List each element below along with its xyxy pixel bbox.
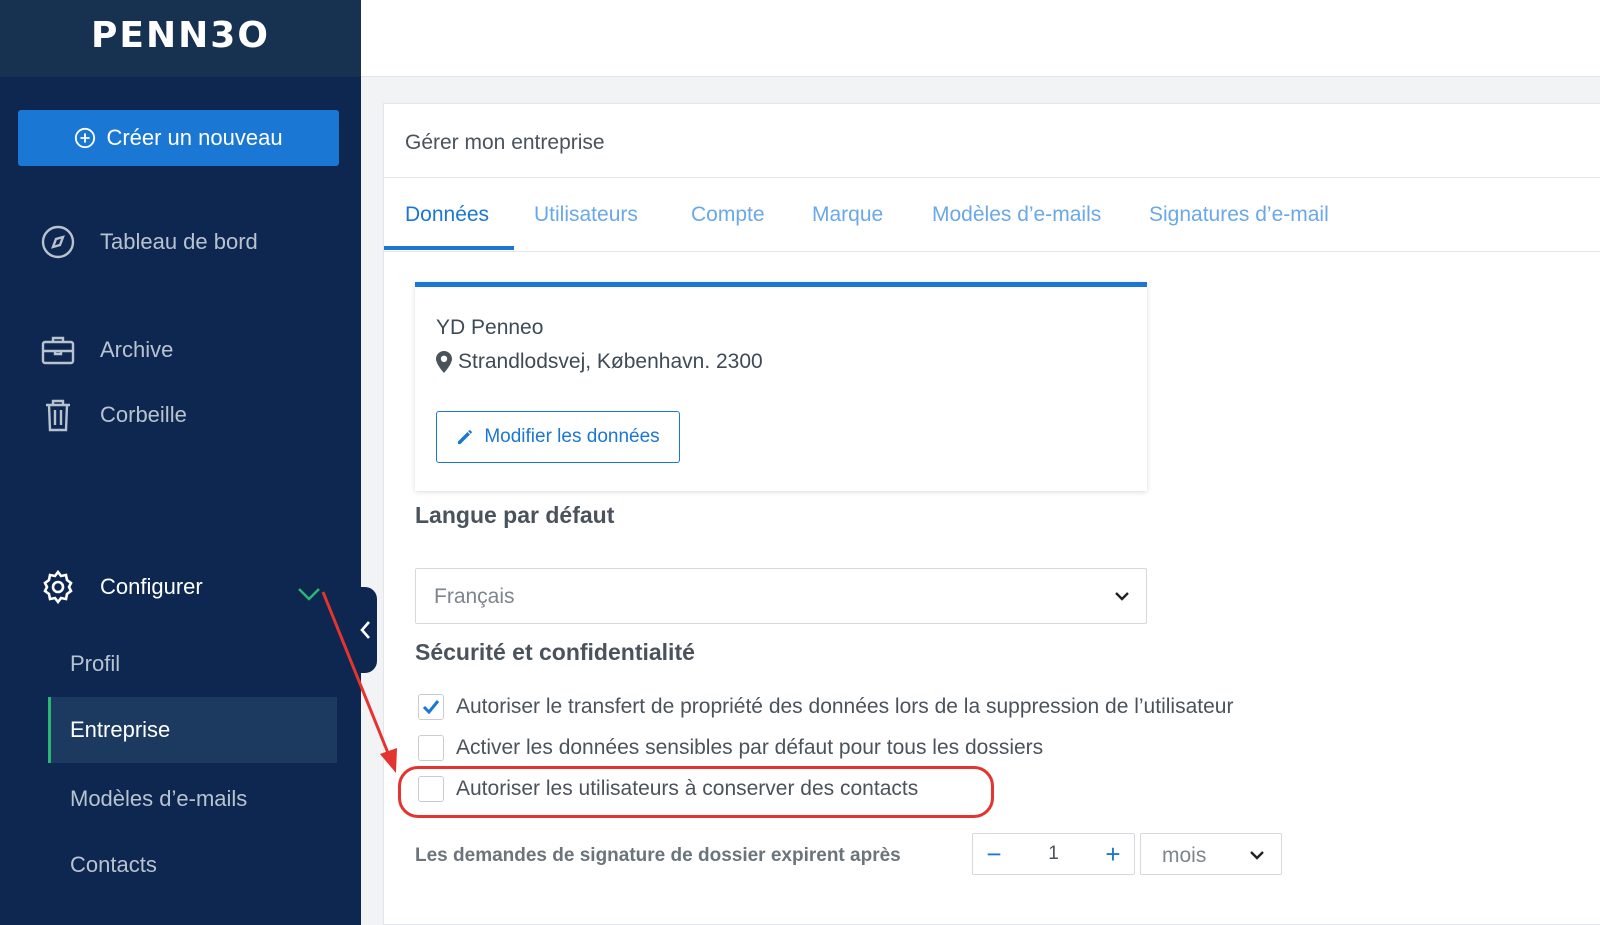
expiry-unit-select[interactable]: mois: [1140, 833, 1282, 875]
create-new-label: Créer un nouveau: [106, 125, 283, 150]
collapse-sidebar-button[interactable]: [353, 587, 377, 673]
nav-archive[interactable]: Archive: [40, 332, 173, 368]
option-keep-contacts[interactable]: Autoriser les utilisateurs à conserver d…: [418, 776, 918, 802]
sub-item-company[interactable]: Entreprise: [48, 697, 337, 763]
expiry-stepper: − 1 +: [972, 833, 1135, 875]
company-address: Strandlodsvej, København. 2300: [436, 350, 763, 374]
chevron-down-icon: [1250, 851, 1264, 860]
decrement-button[interactable]: −: [973, 834, 1015, 874]
nav-dashboard-label: Tableau de bord: [100, 229, 258, 254]
expiry-label: Les demandes de signature de dossier exp…: [415, 845, 901, 866]
sub-item-email-templates[interactable]: Modèles d’e-mails: [70, 786, 247, 812]
nav-configure-label: Configurer: [100, 574, 203, 599]
manage-company-panel: Gérer mon entreprise Données Utilisateur…: [383, 103, 1600, 925]
company-name: YD Penneo: [436, 316, 544, 339]
tab-bar: Données Utilisateurs Compte Marque Modèl…: [384, 178, 1600, 252]
tab-brand[interactable]: Marque: [812, 203, 883, 227]
tab-users[interactable]: Utilisateurs: [534, 203, 638, 227]
chevron-left-icon: [360, 621, 370, 639]
logo-bar: PENN3O: [0, 0, 361, 77]
company-address-text: Strandlodsvej, København. 2300: [458, 350, 763, 373]
nav-trash[interactable]: Corbeille: [40, 397, 187, 433]
company-card: YD Penneo Strandlodsvej, København. 2300…: [415, 282, 1147, 491]
tab-email-signatures[interactable]: Signatures d’e-mail: [1149, 203, 1329, 227]
penneo-logo[interactable]: PENN3O: [91, 15, 270, 56]
edit-data-button[interactable]: Modifier les données: [436, 411, 680, 463]
expiry-unit-value: mois: [1162, 844, 1207, 867]
tab-data[interactable]: Données: [405, 203, 489, 227]
nav-configure[interactable]: Configurer: [40, 569, 203, 605]
checkbox-transfer-ownership[interactable]: [418, 694, 444, 720]
top-bar: [361, 0, 1600, 77]
default-language-heading: Langue par défaut: [415, 502, 615, 528]
security-heading: Sécurité et confidentialité: [415, 639, 695, 665]
option-sensitive-data[interactable]: Activer les données sensibles par défaut…: [418, 735, 1043, 761]
sub-item-profile[interactable]: Profil: [70, 651, 120, 677]
increment-button[interactable]: +: [1092, 834, 1134, 874]
create-new-button[interactable]: Créer un nouveau: [18, 110, 339, 166]
active-tab-indicator: [384, 246, 514, 250]
checkbox-sensitive-data[interactable]: [418, 735, 444, 761]
option-keep-contacts-label: Autoriser les utilisateurs à conserver d…: [456, 777, 919, 800]
checkmark-icon: [422, 700, 440, 715]
pencil-icon: [458, 430, 473, 444]
tab-account[interactable]: Compte: [691, 203, 765, 227]
plus-circle-icon: [75, 127, 96, 149]
nav-dashboard[interactable]: Tableau de bord: [40, 224, 258, 260]
nav-trash-label: Corbeille: [100, 402, 187, 427]
map-pin-icon: [436, 351, 452, 373]
checkbox-keep-contacts[interactable]: [418, 776, 444, 802]
page-title: Gérer mon entreprise: [405, 131, 605, 154]
chevron-down-icon[interactable]: [296, 584, 322, 604]
edit-data-label: Modifier les données: [484, 426, 660, 447]
option-transfer-ownership[interactable]: Autoriser le transfert de propriété des …: [418, 694, 1233, 720]
sidebar: PENN3O Créer un nouveau Tableau de bord …: [0, 0, 361, 925]
briefcase-icon: [41, 336, 75, 365]
tab-email-templates[interactable]: Modèles d’e-mails: [932, 203, 1101, 227]
sub-item-contacts[interactable]: Contacts: [70, 852, 157, 878]
option-sensitive-data-label: Activer les données sensibles par défaut…: [456, 736, 1044, 759]
trash-icon: [46, 399, 70, 432]
compass-icon: [41, 225, 75, 259]
nav-archive-label: Archive: [100, 337, 174, 362]
language-select[interactable]: Français: [415, 568, 1147, 624]
language-selected-value: Français: [434, 585, 515, 608]
gear-icon: [43, 569, 73, 605]
sub-item-company-label: Entreprise: [70, 717, 171, 742]
expiry-value[interactable]: 1: [1015, 843, 1092, 865]
chevron-down-icon: [1115, 592, 1129, 601]
option-transfer-ownership-label: Autoriser le transfert de propriété des …: [456, 695, 1234, 718]
